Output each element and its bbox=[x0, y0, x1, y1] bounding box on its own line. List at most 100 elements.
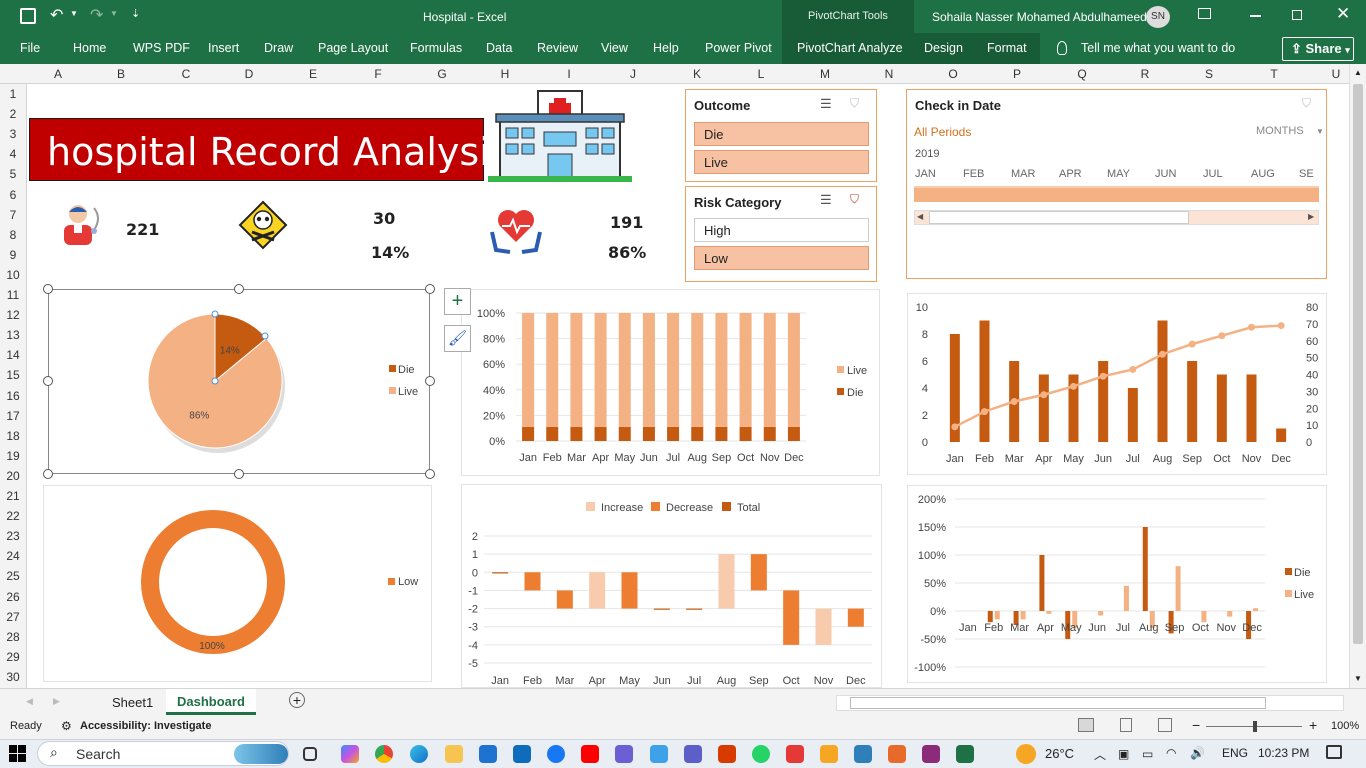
waterfall-bar bbox=[653, 608, 670, 610]
battery-icon[interactable]: ▭ bbox=[1142, 747, 1153, 761]
bar-die bbox=[570, 426, 583, 441]
x-tick-label: Sep bbox=[749, 675, 769, 687]
combo-line-point bbox=[1218, 332, 1226, 340]
edge-icon[interactable] bbox=[410, 745, 428, 763]
youtube-icon[interactable] bbox=[581, 745, 599, 763]
change-bar-live bbox=[994, 611, 1000, 620]
legend-swatch bbox=[1285, 590, 1292, 597]
x-tick-label: Apr bbox=[592, 452, 609, 464]
gallery-icon[interactable] bbox=[854, 745, 872, 763]
sheet-tab-dashboard[interactable]: Dashboard bbox=[166, 689, 256, 715]
excel-icon[interactable] bbox=[956, 745, 974, 763]
x-tick-label: Jul bbox=[687, 675, 701, 687]
windows-start-icon[interactable] bbox=[9, 745, 26, 762]
y-tick-label: 6 bbox=[922, 356, 928, 368]
volume-icon[interactable]: 🔊 bbox=[1190, 746, 1205, 760]
paint-icon[interactable] bbox=[820, 745, 838, 763]
combo-bar bbox=[1276, 428, 1287, 442]
accessibility-status[interactable]: Accessibility: Investigate bbox=[80, 720, 211, 732]
zoom-out-icon[interactable]: − bbox=[1192, 717, 1200, 733]
x-tick-label: Oct bbox=[1192, 622, 1209, 634]
y2-tick-label: 70 bbox=[1306, 319, 1318, 331]
x-tick-label: Feb bbox=[975, 453, 994, 465]
legend-label: Live bbox=[1294, 589, 1314, 601]
add-sheet-icon[interactable]: + bbox=[289, 692, 305, 708]
x-tick-label: Jul bbox=[1126, 453, 1140, 465]
combo-line-point bbox=[981, 408, 988, 416]
media-icon[interactable] bbox=[888, 745, 906, 763]
y-tick-label: 50% bbox=[924, 578, 946, 590]
store-icon[interactable] bbox=[479, 745, 497, 763]
legend-swatch bbox=[586, 502, 595, 511]
winrar-icon[interactable] bbox=[922, 745, 940, 763]
y-tick-label: 40% bbox=[483, 385, 505, 397]
bar-die bbox=[715, 426, 728, 441]
weather-icon[interactable] bbox=[1016, 744, 1036, 764]
outlook-icon[interactable] bbox=[513, 745, 531, 763]
page-break-icon[interactable] bbox=[1158, 718, 1172, 732]
legend-swatch bbox=[722, 502, 731, 511]
search-highlight-image bbox=[234, 744, 288, 764]
x-tick-label: Apr bbox=[1037, 622, 1054, 634]
normal-view-icon[interactable] bbox=[1078, 718, 1094, 732]
waterfall-bar bbox=[750, 554, 767, 591]
x-tick-label: Nov bbox=[760, 452, 780, 464]
x-tick-label: Feb bbox=[523, 675, 542, 687]
next-sheet-icon[interactable]: ▶ bbox=[53, 696, 60, 707]
accessibility-icon[interactable]: ⚙ bbox=[61, 719, 72, 733]
whatsapp-icon[interactable] bbox=[752, 745, 770, 763]
prev-sheet-icon[interactable]: ◀ bbox=[26, 696, 33, 707]
bar-live bbox=[739, 313, 752, 427]
hscroll-thumb[interactable] bbox=[850, 697, 1266, 709]
combo-line-point bbox=[1040, 391, 1048, 399]
file-explorer-icon[interactable] bbox=[445, 745, 463, 763]
clock[interactable]: 10:23 PM bbox=[1258, 746, 1309, 760]
x-tick-label: Jun bbox=[1094, 453, 1112, 465]
combo-line-point bbox=[1070, 382, 1077, 390]
selection-handle bbox=[43, 469, 53, 479]
status-ready: Ready bbox=[10, 720, 42, 732]
weather-temp[interactable]: 26°C bbox=[1045, 746, 1074, 761]
photos-icon[interactable] bbox=[650, 745, 668, 763]
sheet-tab-sheet1[interactable]: Sheet1 bbox=[112, 695, 153, 710]
notification-icon[interactable] bbox=[1326, 745, 1342, 759]
wps-icon[interactable] bbox=[786, 745, 804, 763]
zoom-level[interactable]: 100% bbox=[1331, 720, 1359, 732]
y-tick-label: 0 bbox=[922, 437, 928, 449]
copilot-icon[interactable] bbox=[341, 745, 359, 763]
wifi-icon[interactable]: ◠ bbox=[1166, 746, 1176, 760]
chevron-up-icon[interactable]: ︿ bbox=[1094, 746, 1106, 763]
bar-die bbox=[618, 426, 631, 441]
bar-live bbox=[570, 313, 583, 427]
y-tick-label: 0% bbox=[930, 606, 946, 618]
snipping-tool-icon[interactable] bbox=[615, 745, 633, 763]
zoom-slider-thumb[interactable] bbox=[1253, 721, 1257, 732]
y-tick-label: 0 bbox=[472, 567, 478, 579]
facebook-icon[interactable] bbox=[547, 745, 565, 763]
bar-die bbox=[594, 426, 607, 441]
page-layout-icon[interactable] bbox=[1120, 718, 1132, 732]
zoom-in-icon[interactable]: + bbox=[1309, 717, 1317, 733]
language-indicator[interactable]: ENG bbox=[1222, 746, 1248, 760]
x-tick-label: Feb bbox=[543, 452, 562, 464]
bar-live bbox=[618, 313, 631, 427]
waterfall-bar bbox=[556, 590, 573, 609]
tray-icon[interactable]: ▣ bbox=[1118, 747, 1129, 761]
y-tick-label: 2 bbox=[922, 410, 928, 422]
legend-swatch bbox=[389, 365, 396, 372]
combo-bar bbox=[1187, 361, 1198, 442]
chrome-icon[interactable] bbox=[375, 745, 393, 763]
sheet-tab-bar: ◀ ▶ Sheet1 Dashboard + bbox=[0, 688, 1366, 715]
task-view-icon[interactable] bbox=[303, 747, 317, 761]
waterfall-bar bbox=[718, 554, 735, 609]
y2-tick-label: 30 bbox=[1306, 386, 1318, 398]
charts-layer: 14%86%DieLive100%Low0%20%40%60%80%100%Ja… bbox=[43, 284, 1318, 687]
teams-icon[interactable] bbox=[684, 745, 702, 763]
change-bar-live bbox=[1201, 611, 1207, 623]
y-tick-label: 80% bbox=[483, 334, 505, 346]
y-tick-label: 1 bbox=[472, 549, 478, 561]
selection-handle bbox=[234, 469, 244, 479]
taskbar-search-box[interactable]: ⌕ Search bbox=[37, 741, 289, 766]
y2-tick-label: 40 bbox=[1306, 370, 1318, 382]
calendar-icon[interactable] bbox=[718, 745, 736, 763]
